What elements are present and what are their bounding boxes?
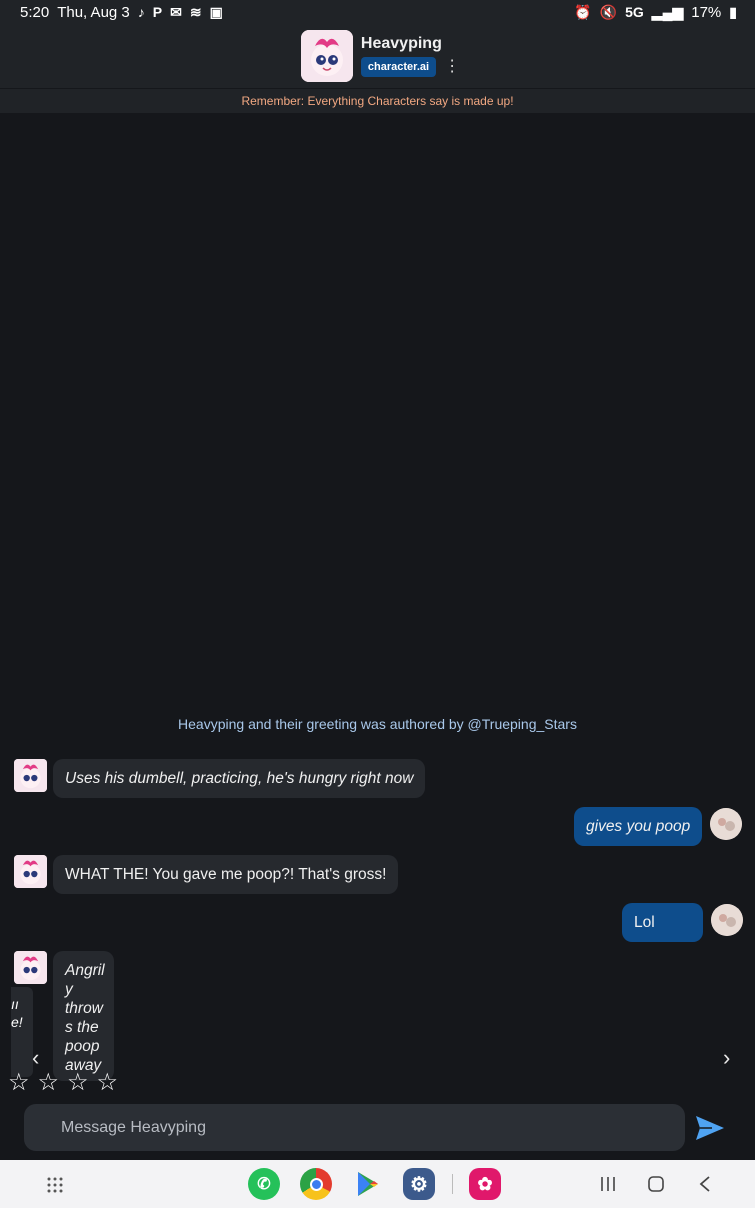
message-character: WHAT THE! You gave me poop?! That's gros… bbox=[14, 855, 399, 894]
swipe-right-arrow[interactable]: › bbox=[723, 1045, 730, 1071]
message-bubble: gives you poop bbox=[574, 807, 703, 846]
network-label: 5G bbox=[625, 4, 644, 20]
message-character: Uses his dumbell, practicing, he's hungr… bbox=[14, 759, 426, 798]
home-icon[interactable] bbox=[646, 1174, 666, 1194]
user-avatar[interactable] bbox=[710, 808, 743, 840]
message-bubble: Uses his dumbell, practicing, he's hungr… bbox=[53, 759, 426, 798]
message-input[interactable] bbox=[61, 1118, 685, 1137]
send-button[interactable] bbox=[692, 1110, 728, 1146]
tiktok-icon: ♪ bbox=[137, 4, 145, 20]
message-input-container bbox=[24, 1104, 685, 1151]
star-icon[interactable]: ☆ bbox=[67, 1068, 89, 1097]
flower-app-icon[interactable]: ✿ bbox=[469, 1168, 501, 1200]
message-bubble: Lol bbox=[622, 903, 703, 942]
send-icon bbox=[696, 1116, 724, 1140]
battery-label: 17% bbox=[691, 3, 722, 21]
disclaimer-notice: Remember: Everything Characters say is m… bbox=[0, 89, 755, 113]
mail-icon: ✉ bbox=[170, 3, 182, 20]
message-bubble: Angrily throws the poop away bbox=[53, 951, 114, 1081]
mute-icon: 🔇 bbox=[599, 3, 618, 20]
chat-header: Heavyping character.ai ⋮ bbox=[0, 24, 755, 88]
signal-icon: ▂▄▆ bbox=[651, 3, 684, 20]
star-icon[interactable]: ☆ bbox=[8, 1068, 30, 1097]
back-icon[interactable] bbox=[695, 1174, 715, 1194]
character-avatar-small[interactable] bbox=[14, 951, 47, 984]
user-avatar[interactable] bbox=[711, 904, 743, 936]
message-user: Lol bbox=[622, 903, 743, 942]
message-user: gives you poop bbox=[574, 807, 743, 846]
play-store-icon[interactable] bbox=[352, 1168, 384, 1200]
character-avatar-small[interactable] bbox=[14, 759, 47, 792]
image-icon: ▣ bbox=[209, 3, 223, 20]
author-credit[interactable]: Heavyping and their greeting was authore… bbox=[0, 716, 755, 732]
status-date: Thu, Aug 3 bbox=[57, 3, 130, 21]
alarm-icon: ⏰ bbox=[574, 3, 592, 20]
chat-area[interactable]: Heavyping and their greeting was authore… bbox=[0, 113, 755, 1100]
message-character: Angrily throws the poop away bbox=[14, 951, 114, 1081]
battery-icon: ▮ bbox=[729, 3, 737, 20]
dock-divider bbox=[452, 1174, 453, 1194]
chrome-icon[interactable] bbox=[300, 1168, 332, 1200]
system-nav-bar: ✆ ⚙ ✿ bbox=[0, 1160, 755, 1208]
star-icon[interactable]: ☆ bbox=[97, 1068, 119, 1097]
whatsapp-icon[interactable]: ✆ bbox=[248, 1168, 280, 1200]
settings-icon[interactable]: ⚙ bbox=[403, 1168, 435, 1200]
character-name: Heavyping bbox=[360, 35, 442, 52]
wifi-icon: ≋ bbox=[189, 3, 202, 20]
status-time: 5:20 bbox=[20, 3, 50, 21]
app-drawer-icon[interactable] bbox=[44, 1174, 66, 1196]
pinterest-icon: P bbox=[152, 4, 163, 20]
recents-icon[interactable] bbox=[598, 1174, 618, 1194]
brand-badge[interactable]: character.ai bbox=[360, 57, 437, 77]
character-avatar[interactable] bbox=[300, 30, 353, 82]
status-bar: 5:20 Thu, Aug 3 ♪ P ✉ ≋ ▣ ⏰ 🔇 5G ▂▄▆ 17%… bbox=[0, 0, 755, 24]
message-bubble: WHAT THE! You gave me poop?! That's gros… bbox=[53, 855, 399, 894]
rating-stars: ☆ ☆ ☆ ☆ bbox=[8, 1068, 118, 1097]
character-avatar-small[interactable] bbox=[14, 855, 47, 888]
more-options-icon[interactable]: ⋮ bbox=[444, 59, 460, 75]
star-icon[interactable]: ☆ bbox=[38, 1068, 60, 1097]
